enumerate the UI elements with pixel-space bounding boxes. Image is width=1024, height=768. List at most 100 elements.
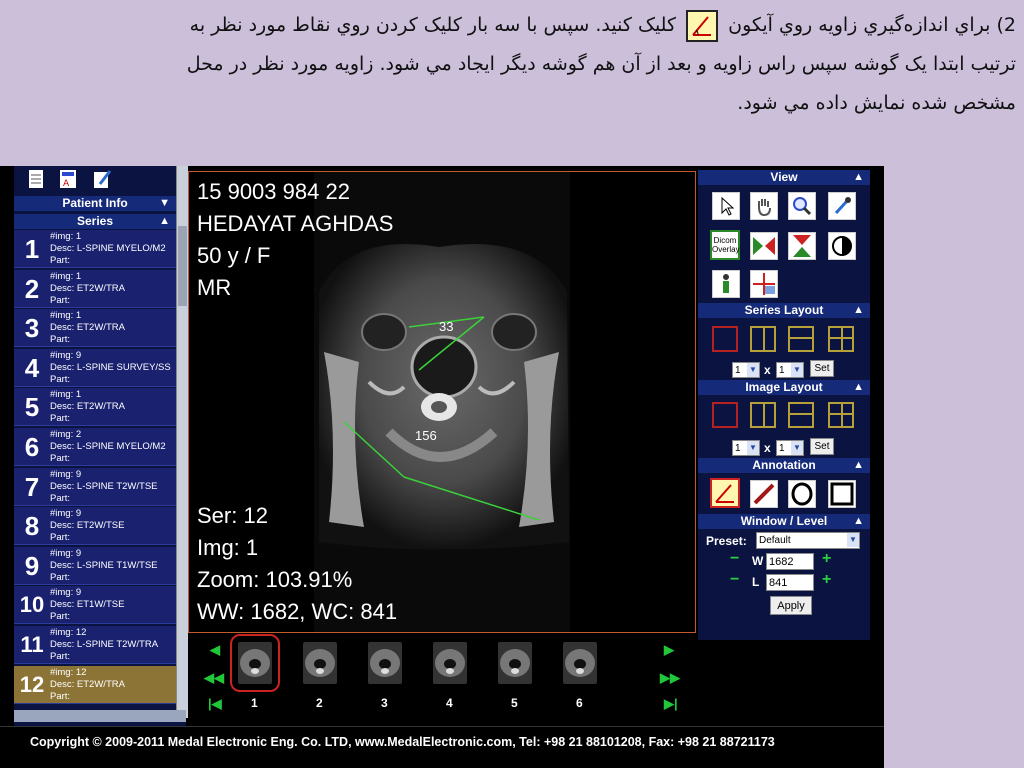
series-desc: Desc: ET2W/TRA <box>50 401 125 413</box>
series-item[interactable]: 5 #img: 1 Desc: ET2W/TRA Part: <box>14 388 176 427</box>
view-header[interactable]: View ▲ <box>698 170 870 185</box>
series-img-count: #img: 9 <box>50 587 82 599</box>
series-item[interactable]: 1 #img: 1 Desc: L-SPINE MYELO/M2 Part: <box>14 230 176 268</box>
series-desc: Desc: L-SPINE MYELO/M2 <box>50 243 166 254</box>
series-number: 9 <box>24 550 40 581</box>
series-item[interactable]: 4 #img: 9 Desc: L-SPINE SURVEY/SS Part: <box>14 348 176 387</box>
series-item[interactable]: 2 #img: 1 Desc: ET2W/TRA Part: <box>14 269 176 308</box>
thumbnail-image[interactable] <box>368 642 402 684</box>
pan-tool-button[interactable] <box>750 192 778 220</box>
series-layout-header[interactable]: Series Layout ▲ <box>698 303 870 318</box>
window-decrease-button[interactable]: − <box>730 550 739 568</box>
zoom-tool-button[interactable] <box>788 192 816 220</box>
body-orientation-button[interactable] <box>712 270 740 298</box>
dicom-viewer-app: A Patient Info ▼ Series ▲ 1 #img: 1 Desc: … <box>0 166 884 768</box>
series-item[interactable]: 7 #img: 9 Desc: L-SPINE T2W/TSE Part: <box>14 467 176 506</box>
level-decrease-button[interactable]: − <box>730 571 739 589</box>
series-info: #img: 1 Desc: ET2W/TRA Part: <box>50 310 176 346</box>
collapse-up-icon[interactable]: ▲ <box>853 170 864 185</box>
ruler-tool-button[interactable] <box>750 480 778 508</box>
magnifier-icon <box>793 197 812 216</box>
angle-tool-button[interactable] <box>710 478 740 508</box>
ruler-icon <box>753 483 775 505</box>
last-icon[interactable]: ▶| <box>664 696 678 712</box>
series-layout-2x1[interactable] <box>788 326 814 352</box>
series-item[interactable]: 8 #img: 9 Desc: ET2W/TSE Part: <box>14 507 176 546</box>
series-img-count: #img: 1 <box>50 270 82 282</box>
image-layout-set-button[interactable]: Set <box>810 438 834 455</box>
window-level-header[interactable]: Window / Level ▲ <box>698 514 870 529</box>
rewind-icon[interactable]: ◀◀ <box>204 670 224 686</box>
series-item[interactable]: 11 #img: 12 Desc: L-SPINE T2W/TRA Part: <box>14 626 176 664</box>
ellipse-tool-button[interactable] <box>788 480 816 508</box>
pointer-tool-button[interactable] <box>712 192 740 220</box>
series-layout-1x1[interactable] <box>712 326 738 352</box>
scrollbar-thumb[interactable] <box>178 226 187 306</box>
image-layout-1x2[interactable] <box>750 402 776 428</box>
flip-vertical-button[interactable] <box>788 232 816 260</box>
thumbnail-image[interactable] <box>498 642 532 684</box>
series-header[interactable]: Series ▲ <box>14 214 176 229</box>
series-desc: Desc: ET2W/TSE <box>50 520 125 532</box>
patient-name: HEDAYAT AGHDAS <box>197 211 394 236</box>
patient-info-header[interactable]: Patient Info ▼ <box>14 196 176 211</box>
window-level-tool-button[interactable] <box>828 192 856 220</box>
series-layout-1x2[interactable] <box>750 326 776 352</box>
apply-button[interactable]: Apply <box>770 596 812 615</box>
image-layout-1x1[interactable] <box>712 402 738 428</box>
flip-horizontal-button[interactable] <box>750 232 778 260</box>
edit-icon[interactable] <box>92 168 112 190</box>
series-part: Part: <box>50 413 71 425</box>
image-cols-select[interactable]: 1 ▼ <box>776 440 804 456</box>
thumbnail-image[interactable] <box>433 642 467 684</box>
series-item[interactable]: 12 #img: 12 Desc: ET2W/TRA Part: <box>14 665 176 704</box>
window-increase-button[interactable]: + <box>822 550 831 568</box>
thumbnail-image[interactable] <box>230 634 280 692</box>
series-item[interactable]: 3 #img: 1 Desc: ET2W/TRA Part: <box>14 309 176 348</box>
fast-forward-icon[interactable]: ▶▶ <box>660 670 680 686</box>
series-part: Part: <box>50 651 71 662</box>
image-rows-select[interactable]: 1 ▼ <box>732 440 760 456</box>
thumbnail-image[interactable] <box>303 642 337 684</box>
thumbnail-image[interactable] <box>563 642 597 684</box>
angle-measure-2: 156 <box>415 428 437 443</box>
next-icon[interactable]: ▶ <box>664 642 674 658</box>
image-viewport[interactable]: 33 156 15 9003 984 22 HEDAYAT AGHDAS 50 … <box>188 171 696 633</box>
image-layout-2x1[interactable] <box>788 402 814 428</box>
series-rows-select[interactable]: 1 ▼ <box>732 362 760 378</box>
reference-lines-button[interactable] <box>750 270 778 298</box>
collapse-up-icon[interactable]: ▲ <box>853 303 864 318</box>
series-item[interactable]: 10 #img: 9 Desc: ET1W/TSE Part: <box>14 586 176 625</box>
window-center-input[interactable]: 841 <box>766 574 814 591</box>
prev-icon[interactable]: ◀ <box>210 642 220 658</box>
series-item[interactable]: 6 #img: 2 Desc: L-SPINE MYELO/M2 Part: <box>14 428 176 466</box>
series-horizontal-scrollbar[interactable] <box>14 710 186 722</box>
series-img-count: #img: 1 <box>50 231 82 242</box>
collapse-up-icon[interactable]: ▲ <box>853 458 864 473</box>
collapse-up-icon[interactable]: ▲ <box>853 380 864 395</box>
cursor-icon <box>721 196 735 216</box>
image-layout-2x2[interactable] <box>828 402 854 428</box>
preset-select[interactable]: Default ▼ <box>756 532 860 549</box>
series-layout-2x2[interactable] <box>828 326 854 352</box>
window-width-input[interactable]: 1682 <box>766 553 814 570</box>
document-icon[interactable] <box>26 168 46 190</box>
collapse-up-icon[interactable]: ▲ <box>159 214 170 229</box>
series-vertical-scrollbar[interactable] <box>176 166 188 718</box>
annotation-label: Annotation <box>752 458 816 472</box>
annotation-header[interactable]: Annotation ▲ <box>698 458 870 473</box>
series-cols-select[interactable]: 1 ▼ <box>776 362 804 378</box>
series-layout-set-button[interactable]: Set <box>810 360 834 377</box>
collapse-up-icon[interactable]: ▲ <box>853 514 864 529</box>
image-layout-header[interactable]: Image Layout ▲ <box>698 380 870 395</box>
invert-button[interactable] <box>828 232 856 260</box>
level-increase-button[interactable]: + <box>822 571 831 589</box>
series-item[interactable]: 9 #img: 9 Desc: L-SPINE T1W/TSE Part: <box>14 546 176 585</box>
thumbnail-label: 1 <box>251 696 258 710</box>
first-icon[interactable]: |◀ <box>208 696 222 712</box>
dicom-overlay-button[interactable]: Dicom Overlay <box>710 230 740 260</box>
report-icon[interactable]: A <box>58 168 78 190</box>
collapse-down-icon[interactable]: ▼ <box>159 196 170 211</box>
series-img-count: #img: 1 <box>50 310 82 322</box>
rectangle-tool-button[interactable] <box>828 480 856 508</box>
